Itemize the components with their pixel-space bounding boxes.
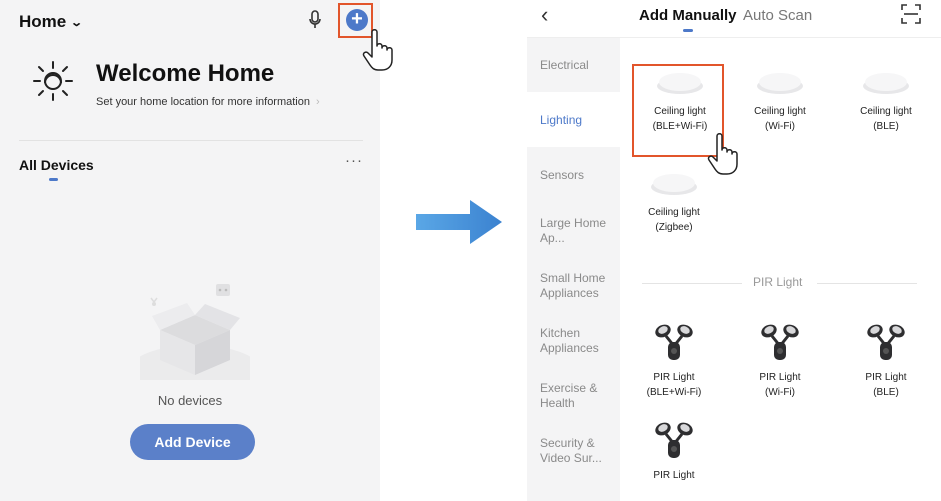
- sidebar-item-lighting[interactable]: Lighting: [540, 113, 582, 128]
- sidebar-item-large-home-appliances[interactable]: Large Home Ap...: [540, 216, 610, 246]
- device-protocol: (BLE): [873, 387, 899, 398]
- sidebar-item-electrical[interactable]: Electrical: [540, 58, 589, 73]
- chevron-right-icon: ›: [316, 96, 320, 108]
- device-name: Ceiling light: [754, 106, 806, 117]
- microphone-icon[interactable]: [308, 10, 322, 30]
- welcome-title: Welcome Home: [96, 60, 275, 87]
- device-pir-light[interactable]: PIR Light: [629, 420, 719, 483]
- device-protocol: (Wi-Fi): [765, 121, 795, 132]
- device-protocol: (Wi-Fi): [765, 387, 795, 398]
- back-icon[interactable]: ‹: [541, 2, 548, 28]
- device-protocol: (BLE): [873, 121, 899, 132]
- pir-light-icon: [761, 324, 799, 360]
- device-name: PIR Light: [653, 470, 695, 481]
- add-device-button[interactable]: Add Device: [130, 424, 255, 460]
- device-name: Ceiling light: [648, 207, 700, 218]
- tab-auto-scan[interactable]: Auto Scan: [743, 7, 812, 24]
- sun-icon: [33, 61, 73, 101]
- device-name: Ceiling light: [860, 106, 912, 117]
- device-name: PIR Light: [865, 372, 907, 383]
- sidebar-item-sensors[interactable]: Sensors: [540, 168, 584, 183]
- home-location-link[interactable]: Set your home location for more informat…: [96, 96, 320, 108]
- divider: [19, 140, 363, 141]
- tab-underline: [49, 178, 58, 181]
- scan-icon[interactable]: [901, 4, 921, 24]
- section-title-pir-light: PIR Light: [753, 275, 803, 289]
- add-device-screen: ‹ Add Manually Auto Scan Electrical Ligh…: [527, 0, 941, 501]
- ceiling-light-icon: [863, 73, 909, 94]
- ceiling-light-icon: [757, 73, 803, 94]
- tab-underline: [683, 29, 693, 32]
- sidebar-item-kitchen-appliances[interactable]: Kitchen Appliances: [540, 326, 610, 356]
- welcome-subtitle: Set your home location for more informat…: [96, 96, 310, 108]
- home-label: Home: [19, 12, 67, 31]
- device-name: PIR Light: [653, 372, 695, 383]
- device-protocol: (BLE+Wi-Fi): [646, 387, 702, 398]
- pir-light-icon: [655, 324, 693, 360]
- sidebar-item-exercise-health[interactable]: Exercise & Health: [540, 381, 600, 411]
- sidebar-item-security-video[interactable]: Security & Video Sur...: [540, 436, 615, 466]
- device-pir-light-wifi[interactable]: PIR Light (Wi-Fi): [735, 322, 825, 400]
- device-pir-light-ble-wifi[interactable]: PIR Light (BLE+Wi-Fi): [629, 322, 719, 400]
- right-arrow-icon: [416, 200, 502, 244]
- ceiling-light-icon: [651, 174, 697, 195]
- section-line-left: [642, 283, 742, 284]
- home-screen: Home ⌄ + Welcome Home Set your home loca…: [0, 0, 393, 501]
- device-ceiling-light-zigbee[interactable]: Ceiling light (Zigbee): [629, 167, 719, 235]
- empty-box-illustration: [140, 284, 250, 380]
- empty-state-label: No devices: [157, 393, 223, 408]
- pir-light-icon: [867, 324, 905, 360]
- device-ceiling-light-wifi[interactable]: Ceiling light (Wi-Fi): [735, 66, 825, 134]
- pointing-hand-icon: [707, 133, 738, 175]
- tab-add-manually[interactable]: Add Manually: [639, 7, 737, 24]
- tab-all-devices[interactable]: All Devices: [19, 157, 94, 173]
- pir-light-icon: [655, 422, 693, 458]
- device-name: PIR Light: [759, 372, 801, 383]
- device-ceiling-light-ble[interactable]: Ceiling light (BLE): [841, 66, 931, 134]
- more-options-icon[interactable]: ···: [345, 152, 363, 169]
- sidebar-item-small-home-appliances[interactable]: Small Home Appliances: [540, 271, 615, 301]
- section-line-right: [817, 283, 917, 284]
- pointing-hand-icon: [362, 29, 393, 71]
- chevron-down-icon: ⌄: [70, 16, 84, 29]
- device-protocol: (Zigbee): [655, 222, 693, 233]
- home-selector[interactable]: Home ⌄: [19, 12, 84, 32]
- device-pir-light-ble[interactable]: PIR Light (BLE): [841, 322, 931, 400]
